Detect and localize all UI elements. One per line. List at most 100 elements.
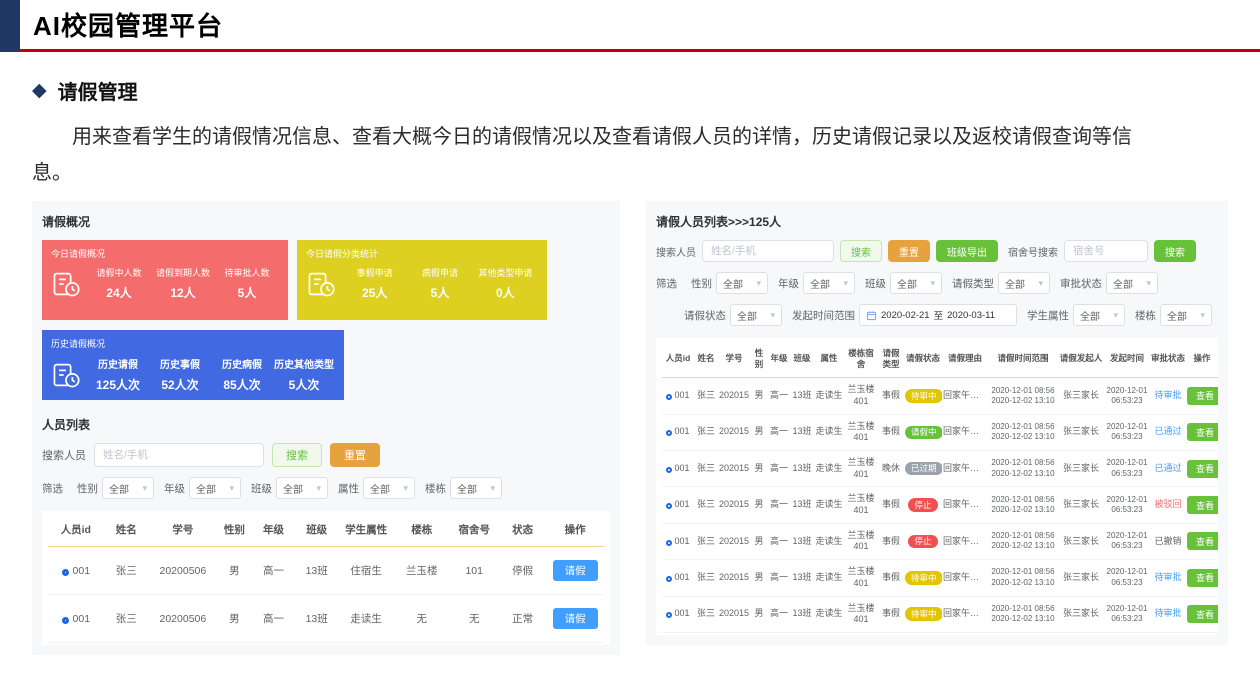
leave-request-button[interactable]: 请假	[553, 560, 598, 581]
leave-row: 001 张三 202015 男 高一 13班 走读生 兰玉楼 401	[662, 414, 1218, 450]
cell-name: 张三	[694, 414, 718, 450]
reset-button[interactable]: 重置	[888, 240, 930, 262]
search-button[interactable]: 搜索	[272, 443, 322, 467]
search-label: 搜索人员	[42, 447, 86, 463]
dorm-search-input[interactable]	[1064, 240, 1148, 262]
filter-select[interactable]: 全部 ▾	[1106, 272, 1158, 294]
cell-building-dorm: 兰玉楼 401	[844, 378, 878, 414]
filter-field-label: 审批状态	[1060, 276, 1102, 291]
radio-button[interactable]	[666, 430, 672, 436]
filter-select[interactable]: 全部 ▾	[189, 477, 241, 499]
search-button[interactable]: 搜索	[840, 240, 882, 262]
person-id: 001	[674, 390, 689, 400]
radio-button[interactable]	[666, 540, 672, 546]
chevron-down-icon: ▾	[490, 483, 495, 494]
cell-action: 查看	[1186, 487, 1218, 523]
filter-field-label: 性别	[77, 481, 98, 496]
radio-button[interactable]	[666, 612, 672, 618]
leave-request-button[interactable]: 请假	[553, 608, 598, 629]
radio-button[interactable]	[62, 569, 69, 576]
cell-id: 001	[662, 414, 694, 450]
cell-attr: 住宿生	[338, 547, 394, 595]
filter-select[interactable]: 全部 ▾	[363, 477, 415, 499]
stat-value: 125人次	[87, 376, 149, 393]
filter-field-label: 发起时间范围	[792, 308, 855, 323]
view-button[interactable]: 查看	[1187, 496, 1218, 514]
cell-class: 13班	[790, 487, 814, 523]
filter-field-label: 楼栋	[1135, 308, 1156, 323]
building-select[interactable]: 全部 ▾	[1160, 304, 1212, 326]
view-button[interactable]: 查看	[1187, 569, 1218, 587]
range-start: 2020-12-01 08:56	[989, 458, 1057, 468]
personnel-filters: 筛选 性别 全部 ▾ 年级 全部 ▾ 班级 全部	[42, 477, 610, 499]
personnel-search-input[interactable]	[94, 443, 264, 467]
cell-building-dorm: 兰玉楼 401	[844, 596, 878, 632]
export-button[interactable]: 班级导出	[936, 240, 998, 262]
leave-search-input[interactable]	[702, 240, 834, 262]
radio-button[interactable]	[666, 394, 672, 400]
cell-grade: 高一	[768, 523, 790, 559]
personnel-title: 人员列表	[42, 416, 610, 433]
date-start: 2020-02-21	[881, 310, 930, 321]
dorm-search-button[interactable]: 搜索	[1154, 240, 1196, 262]
selected-value: 全部	[1005, 276, 1025, 291]
cell-class: 13班	[790, 596, 814, 632]
view-button[interactable]: 查看	[1187, 460, 1218, 478]
cell-time-range: 2020-12-01 08:56 2020-12-02 13:10	[988, 451, 1058, 487]
view-button[interactable]: 查看	[1187, 423, 1218, 441]
column-header: 年级	[768, 340, 790, 378]
chevron-down-icon: ▾	[403, 483, 408, 494]
approval-status: 待审批	[1154, 608, 1181, 618]
view-button[interactable]: 查看	[1187, 387, 1218, 405]
radio-button[interactable]	[62, 617, 69, 624]
filter-select[interactable]: 全部 ▾	[716, 272, 768, 294]
cell-start-time: 2020-12-01 06:53:23	[1104, 414, 1150, 450]
filter-select[interactable]: 全部 ▾	[102, 477, 154, 499]
column-header: 人员id	[48, 513, 104, 547]
radio-button[interactable]	[666, 576, 672, 582]
reset-button[interactable]: 重置	[330, 443, 380, 467]
cell-building-dorm: 兰玉楼 401	[844, 560, 878, 596]
section-head: ◆ 请假管理	[32, 76, 1228, 105]
stat-label: 历史请假	[87, 356, 149, 371]
student-attr-select[interactable]: 全部 ▾	[1073, 304, 1125, 326]
leave-status-select[interactable]: 全部 ▾	[730, 304, 782, 326]
dorm: 401	[845, 541, 877, 553]
column-header: 发起时间	[1104, 340, 1150, 378]
stat-value: 0人	[473, 284, 538, 301]
view-button[interactable]: 查看	[1187, 605, 1218, 623]
radio-button[interactable]	[666, 503, 672, 509]
stat-value: 5人	[215, 284, 279, 301]
selected-value: 全部	[810, 276, 830, 291]
cell-grade: 高一	[252, 595, 295, 643]
selected-value: 全部	[737, 308, 757, 323]
filter-select[interactable]: 全部 ▾	[276, 477, 328, 499]
filter-select[interactable]: 全部 ▾	[890, 272, 942, 294]
cell-gender: 男	[750, 414, 768, 450]
cell-time-range: 2020-12-01 08:56 2020-12-02 13:10	[988, 414, 1058, 450]
start-time: 06:53:23	[1105, 541, 1149, 551]
person-id: 001	[674, 608, 689, 618]
column-header: 楼栋	[394, 513, 450, 547]
radio-button[interactable]	[666, 467, 672, 473]
cell-leave-status: 停止	[904, 523, 942, 559]
chevron-down-icon: ▾	[1113, 310, 1118, 321]
cell-grade: 高一	[768, 487, 790, 523]
cell-id: 001	[662, 596, 694, 632]
filter-select[interactable]: 全部 ▾	[998, 272, 1050, 294]
cell-gender: 男	[750, 596, 768, 632]
stat: 病假申请 5人	[407, 266, 472, 301]
date-end: 2020-03-11	[947, 310, 995, 321]
cell-leave-type: 事假	[878, 414, 904, 450]
calendar-clock-icon	[51, 269, 87, 299]
filter-select[interactable]: 全部 ▾	[803, 272, 855, 294]
cell-student-no: 202015	[718, 378, 750, 414]
cell-approval: 待审批	[1150, 596, 1186, 632]
date-range-input[interactable]: 2020-02-21 至 2020-03-11	[859, 304, 1017, 326]
filter-select[interactable]: 全部 ▾	[450, 477, 502, 499]
dorm: 401	[845, 469, 877, 481]
filter-label: 筛选	[42, 481, 63, 496]
start-time: 06:53:23	[1105, 432, 1149, 442]
view-button[interactable]: 查看	[1187, 532, 1218, 550]
start-date: 2020-12-01	[1105, 604, 1149, 614]
